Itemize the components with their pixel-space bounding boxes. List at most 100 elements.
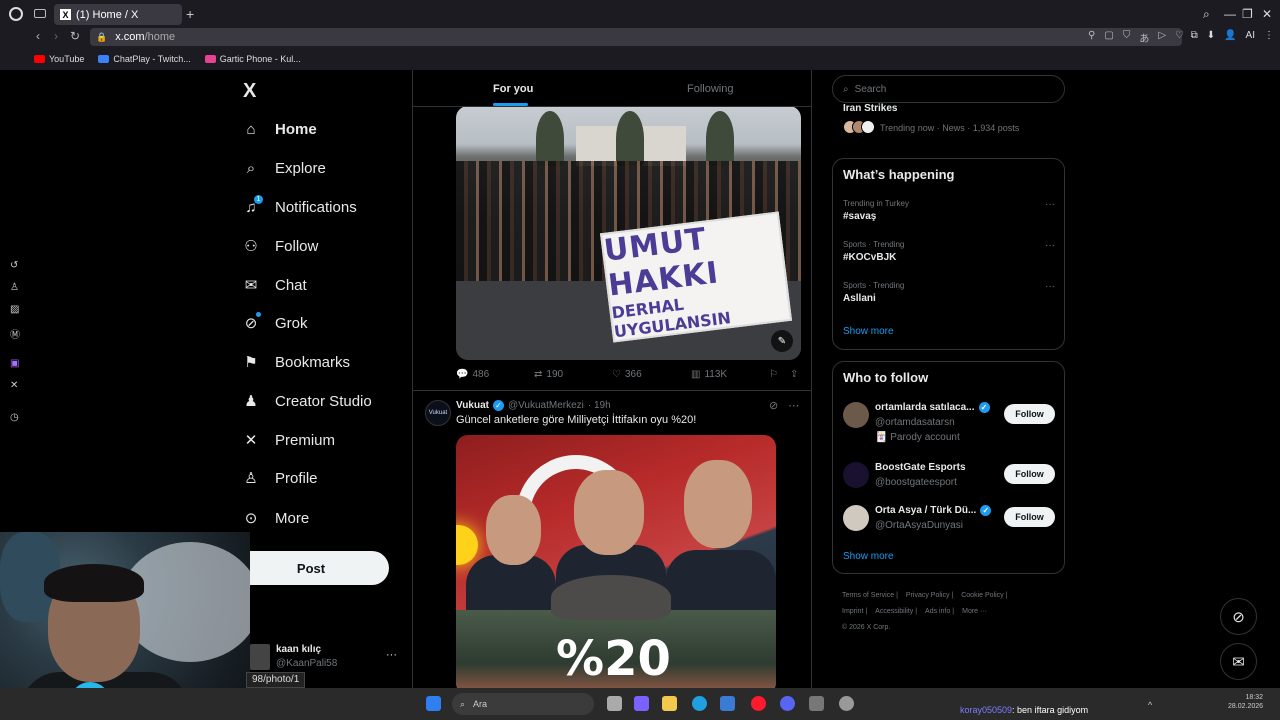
trend-more-icon[interactable]: ··· — [1045, 240, 1055, 251]
bookmark-post-button[interactable]: ⚐ — [769, 369, 778, 380]
menu-icon[interactable]: ⋮ — [1264, 30, 1274, 41]
footer-link[interactable]: Ads info | — [925, 608, 954, 615]
account-icon[interactable]: 👤 — [1224, 30, 1236, 41]
account-more-icon[interactable]: ··· — [386, 649, 397, 661]
nav-grok[interactable]: ⊘ Grok — [240, 308, 308, 338]
footer-link[interactable]: Accessibility | — [875, 608, 917, 615]
nav-more[interactable]: ⊙ More — [240, 503, 309, 533]
post-media-image[interactable]: %20 — [456, 435, 776, 688]
footer-link[interactable]: More ··· — [962, 608, 987, 615]
nav-home[interactable]: ⌂ Home — [240, 114, 316, 144]
nav-bookmarks[interactable]: ⚑ Bookmarks — [240, 347, 350, 377]
clock-icon[interactable]: ◷ — [10, 412, 19, 423]
reload-button[interactable]: ↻ — [70, 29, 80, 43]
maximize-button[interactable]: ❐ — [1242, 7, 1253, 21]
trend-item[interactable]: Sports · Trending #KOCvBJK ··· — [843, 240, 1055, 263]
ai-button[interactable]: AI — [1246, 30, 1255, 41]
grok-analyze-icon[interactable]: ⊘ — [769, 399, 778, 412]
avatar[interactable]: Vukuat — [425, 400, 451, 426]
follow-suggestion[interactable]: Orta Asya / Türk Dü... ✓ @OrtaAsyaDunyasi… — [843, 505, 1055, 545]
tray-chevron-icon[interactable]: ^ — [1148, 700, 1156, 710]
tab-for-you[interactable]: For you — [493, 83, 533, 95]
forward-button[interactable]: › — [54, 29, 58, 43]
tab-search-icon[interactable]: ⌕ — [1203, 7, 1210, 22]
history-icon[interactable]: ↺ — [10, 260, 18, 271]
nav-notifications[interactable]: ♫ 1 Notifications — [240, 192, 357, 222]
taskbar-search[interactable]: ⌕ Ara — [452, 693, 594, 715]
tab-overview-icon[interactable] — [34, 9, 46, 18]
file-explorer-icon[interactable] — [662, 696, 677, 711]
follow-button[interactable]: Follow — [1004, 464, 1055, 484]
steam-icon[interactable] — [839, 696, 854, 711]
grok-fab-icon[interactable]: ⊘ — [1220, 598, 1257, 635]
nav-creator-studio[interactable]: ♟ Creator Studio — [240, 386, 371, 416]
nav-premium[interactable]: ✕ Premium — [240, 425, 335, 455]
discord-icon[interactable] — [780, 696, 795, 711]
minimize-button[interactable]: — — [1224, 7, 1236, 21]
nav-explore[interactable]: ⌕ Explore — [240, 153, 326, 183]
tab-following[interactable]: Following — [687, 83, 733, 95]
new-tab-button[interactable]: + — [186, 6, 194, 22]
play-icon[interactable]: ▷ — [1158, 30, 1166, 45]
footer-link[interactable]: Privacy Policy | — [906, 592, 953, 599]
follow-button[interactable]: Follow — [1004, 404, 1055, 424]
pin-icon[interactable]: ⚲ — [1088, 30, 1095, 45]
twitch-icon[interactable]: ▣ — [10, 358, 19, 369]
extensions-icon[interactable]: ⧉ — [1191, 30, 1198, 41]
nav-chat[interactable]: ✉ Chat — [240, 270, 307, 300]
snapshot-icon[interactable]: ▢ — [1104, 30, 1113, 45]
footer-link[interactable]: Terms of Service | — [842, 592, 898, 599]
footer-link[interactable]: Cookie Policy | — [961, 592, 1007, 599]
url-field[interactable]: 🔒 x.com/home — [90, 28, 1182, 46]
browser-tab-x-home[interactable]: X (1) Home / X — [54, 4, 182, 25]
bookmark-gartic-phone[interactable]: Gartic Phone - Kul... — [204, 54, 301, 64]
trend-more-icon[interactable]: ··· — [1045, 281, 1055, 292]
copilot-icon[interactable] — [634, 696, 649, 711]
store-icon[interactable] — [720, 696, 735, 711]
like-button[interactable]: ♡ 366 — [612, 369, 642, 380]
post-author-handle[interactable]: @VukuatMerkezi — [508, 400, 584, 411]
x-sidebar-icon[interactable]: ✕ — [10, 380, 18, 391]
taskbar-clock[interactable]: 18:32 28.02.2026 — [1228, 693, 1263, 711]
bookmark-chatplay[interactable]: ChatPlay - Twitch... — [98, 54, 191, 64]
post-time[interactable]: · 19h — [588, 400, 611, 411]
image-edit-icon[interactable]: ✎ — [771, 330, 793, 352]
edge-icon[interactable] — [692, 696, 707, 711]
trend-more-icon[interactable]: ··· — [1045, 199, 1055, 210]
bookmark-youtube[interactable]: YouTube — [34, 54, 84, 64]
translate-icon[interactable]: あ — [1139, 30, 1149, 45]
post-button[interactable]: Post — [233, 551, 389, 585]
heart-icon[interactable]: ♡ — [1175, 30, 1184, 45]
app-icon[interactable] — [809, 696, 824, 711]
views-button[interactable]: ▥ 113K — [691, 369, 727, 380]
show-more-trends-link[interactable]: Show more — [843, 326, 894, 337]
task-view-icon[interactable] — [607, 696, 622, 711]
nav-follow[interactable]: ⚇ Follow — [240, 231, 318, 261]
messages-fab-icon[interactable]: ✉ — [1220, 643, 1257, 680]
m-icon[interactable]: Ⓜ — [10, 326, 20, 341]
search-input[interactable] — [854, 83, 1045, 95]
shield-icon[interactable]: ⛉ — [1123, 30, 1131, 45]
trending-news-item[interactable]: Iran Strikes Trending now · News · 1,934… — [843, 103, 1063, 134]
share-button[interactable]: ⇪ — [790, 369, 798, 380]
repost-button[interactable]: ⇄ 190 — [534, 369, 563, 380]
follow-suggestion[interactable]: ortamlarda satılaca... ✓ @ortamdasatarsn … — [843, 402, 1055, 448]
post-more-icon[interactable]: ⋯ — [788, 399, 799, 412]
opera-logo-icon[interactable] — [9, 7, 23, 21]
follow-button[interactable]: Follow — [1004, 507, 1055, 527]
aria-icon[interactable]: ♙ — [10, 282, 19, 293]
trend-item[interactable]: Sports · Trending Asllani ··· — [843, 281, 1055, 304]
trend-item[interactable]: Trending in Turkey #savaş ··· — [843, 199, 1055, 222]
footer-link[interactable]: Imprint | — [842, 608, 867, 615]
download-icon[interactable]: ⬇ — [1207, 30, 1215, 41]
x-logo-icon[interactable]: X — [243, 80, 256, 103]
post-author-name[interactable]: Vukuat — [456, 400, 489, 411]
back-button[interactable]: ‹ — [36, 29, 40, 43]
follow-suggestion[interactable]: BoostGate Esports @boostgateesport Follo… — [843, 462, 1055, 502]
post-media-image[interactable]: UMUT HAKKI DERHAL UYGULANSIN ✎ — [456, 106, 801, 360]
nav-profile[interactable]: ♙ Profile — [240, 463, 317, 493]
reply-button[interactable]: 💬 486 — [456, 369, 489, 380]
windows-start-icon[interactable] — [426, 696, 441, 711]
close-window-button[interactable]: ✕ — [1262, 7, 1272, 21]
opera-taskbar-icon[interactable] — [751, 696, 766, 711]
